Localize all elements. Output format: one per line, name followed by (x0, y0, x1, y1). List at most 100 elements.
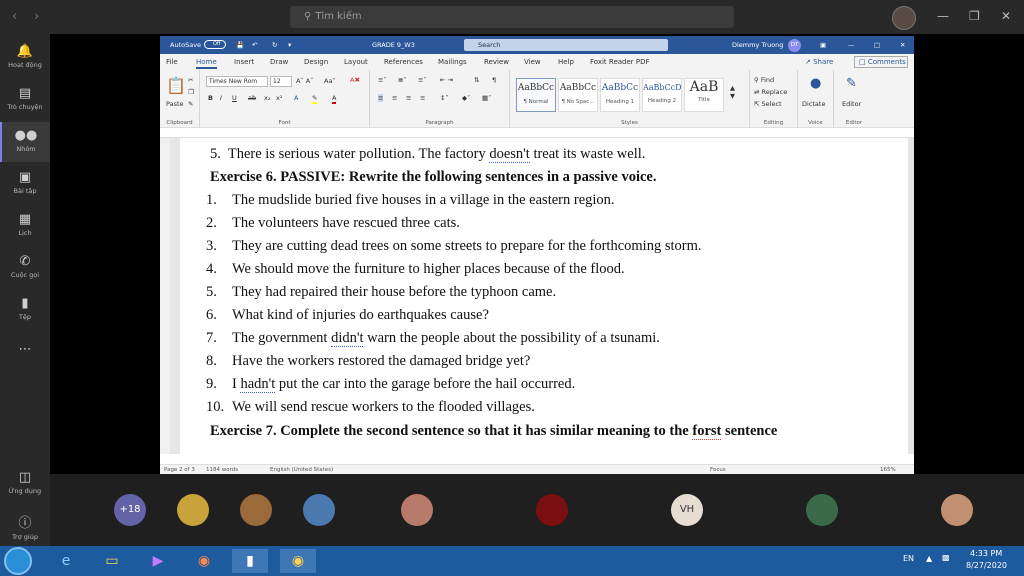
editor-icon[interactable]: ✎ (846, 76, 857, 91)
justify-icon[interactable]: ≡ (420, 94, 425, 102)
change-case-icon[interactable]: Aa˅ (324, 77, 336, 85)
language-indicator[interactable]: EN (903, 554, 914, 563)
start-button[interactable] (4, 547, 32, 575)
visual-studio-icon[interactable]: ▶ (140, 549, 176, 573)
font-size-select[interactable]: 12 (270, 76, 292, 87)
word-maximize-icon[interactable]: □ (874, 41, 880, 49)
comments-button[interactable]: □ Comments (854, 56, 908, 68)
align-center-icon[interactable]: ≡ (392, 94, 397, 102)
tab-insert[interactable]: Insert (234, 58, 254, 66)
rail-item-assignments[interactable]: ▣ Bài tập (0, 170, 50, 195)
format-painter-icon[interactable]: ✎ (188, 100, 193, 108)
autosave-toggle[interactable]: Off (204, 40, 226, 49)
ie-icon[interactable]: e (48, 549, 84, 573)
clock-date[interactable]: 8/27/2020 (966, 561, 1007, 570)
font-color-icon[interactable]: A (332, 94, 337, 104)
file-explorer-icon[interactable]: ▭ (94, 549, 130, 573)
tab-design[interactable]: Design (304, 58, 328, 66)
rail-item-activity[interactable]: 🔔 Hoạt động (0, 44, 50, 69)
save-icon[interactable]: 💾 (236, 41, 244, 49)
tab-help[interactable]: Help (558, 58, 574, 66)
tab-review[interactable]: Review (484, 58, 509, 66)
bullets-icon[interactable]: ≡˅ (378, 76, 387, 84)
participant-avatar[interactable] (536, 494, 568, 526)
style-heading-2[interactable]: AaBbCcD Heading 2 (642, 78, 682, 112)
maximize-icon[interactable]: ❐ (969, 9, 980, 23)
microphone-icon[interactable]: ● (810, 76, 821, 91)
participant-avatar[interactable] (303, 494, 335, 526)
tab-draw[interactable]: Draw (270, 58, 288, 66)
undo-icon[interactable]: ↶ (252, 41, 257, 49)
text-effects-icon[interactable]: A (294, 94, 298, 102)
rail-item-apps[interactable]: ◫ Ứng dụng (0, 470, 50, 495)
participant-avatar[interactable] (177, 494, 209, 526)
rail-item-chat[interactable]: ▤ Trò chuyện (0, 86, 50, 111)
document-title[interactable]: GRADE 9_W3 (372, 41, 415, 49)
rail-item-files[interactable]: ▮ Tệp (0, 296, 50, 321)
share-button[interactable]: ↗ Share (805, 58, 833, 66)
tab-references[interactable]: References (384, 58, 423, 66)
document-app-icon[interactable]: ▮ (232, 549, 268, 573)
tray-chevron-icon[interactable]: ▲ (926, 554, 932, 563)
clear-format-icon[interactable]: A✖ (350, 76, 360, 84)
paste-icon[interactable]: 📋 (166, 76, 186, 95)
subscript-icon[interactable]: x₂ (264, 94, 270, 102)
clock-time[interactable]: 4:33 PM (970, 549, 1002, 558)
word-minimize-icon[interactable]: — (848, 41, 855, 49)
indent-icon[interactable]: ⇤ ⇥ (440, 76, 453, 84)
bold-icon[interactable]: B (208, 94, 213, 102)
tab-home[interactable]: Home (196, 58, 217, 69)
italic-icon[interactable]: I (220, 94, 222, 102)
style-title[interactable]: AaB Title (684, 78, 724, 112)
word-search-box[interactable]: Search (464, 39, 668, 51)
tab-file[interactable]: File (166, 58, 178, 66)
font-name-select[interactable]: Times New Rom (206, 76, 268, 87)
grow-font-icon[interactable]: Aˆ Aˇ (296, 77, 313, 85)
tab-mailings[interactable]: Mailings (438, 58, 467, 66)
sort-icon[interactable]: ⇅ (474, 76, 479, 84)
teams-search-input[interactable]: ⚲ Tìm kiếm (290, 6, 734, 28)
chrome-icon[interactable]: ◉ (280, 549, 316, 573)
rail-item-help[interactable]: ⓘ Trợ giúp (0, 512, 50, 541)
network-icon[interactable]: ▩ (942, 553, 950, 562)
redo-icon[interactable]: ↻ (272, 41, 277, 49)
tab-foxit[interactable]: Foxit Reader PDF (590, 58, 650, 66)
pilcrow-icon[interactable]: ¶ (492, 76, 496, 84)
highlight-icon[interactable]: ✎ (312, 94, 318, 104)
superscript-icon[interactable]: x² (276, 94, 282, 102)
find-button[interactable]: ⚲ Find (754, 76, 774, 84)
word-count[interactable]: 1184 words (206, 467, 238, 473)
editor-button[interactable]: Editor (842, 100, 861, 108)
participant-avatar[interactable] (401, 494, 433, 526)
underline-icon[interactable]: U (232, 94, 237, 102)
vertical-ruler[interactable] (160, 138, 170, 454)
page-count[interactable]: Page 2 of 3 (164, 467, 195, 473)
style-heading-1[interactable]: AaBbCc Heading 1 (600, 78, 640, 112)
rail-item-calls[interactable]: ✆ Cuộc gọi (0, 254, 50, 279)
replace-button[interactable]: ⇄ Replace (754, 88, 787, 96)
focus-button[interactable]: Focus (710, 467, 726, 473)
quick-access-icon[interactable]: ▾ (288, 41, 291, 49)
user-avatar[interactable]: DT (788, 39, 801, 52)
close-icon[interactable]: ✕ (1001, 9, 1011, 23)
forward-icon[interactable]: › (34, 9, 39, 24)
zoom-level[interactable]: 165% (880, 467, 896, 473)
rail-item-calendar[interactable]: ▦ Lịch (0, 212, 50, 237)
select-button[interactable]: ⇱ Select (754, 100, 782, 108)
participant-avatar[interactable] (941, 494, 973, 526)
rail-item-teams[interactable]: ●● Nhóm (0, 122, 50, 162)
back-icon[interactable]: ‹ (12, 9, 17, 24)
style-no-spacing[interactable]: AaBbCc ¶ No Spac... (558, 78, 598, 112)
language-status[interactable]: English (United States) (270, 467, 333, 473)
shading-icon[interactable]: ◆˅ (462, 94, 470, 102)
borders-icon[interactable]: ▦˅ (482, 94, 491, 102)
participant-avatar[interactable]: VH (671, 494, 703, 526)
copy-icon[interactable]: ❐ (188, 88, 194, 96)
style-normal[interactable]: AaBbCc ¶ Normal (516, 78, 556, 112)
document-page[interactable]: 5. There is serious water pollution. The… (180, 138, 908, 454)
media-player-icon[interactable]: ◉ (186, 549, 222, 573)
user-name[interactable]: Diemmy Truong (732, 41, 783, 49)
horizontal-ruler[interactable] (160, 128, 914, 138)
paste-button[interactable]: Paste (166, 100, 184, 108)
tab-layout[interactable]: Layout (344, 58, 368, 66)
